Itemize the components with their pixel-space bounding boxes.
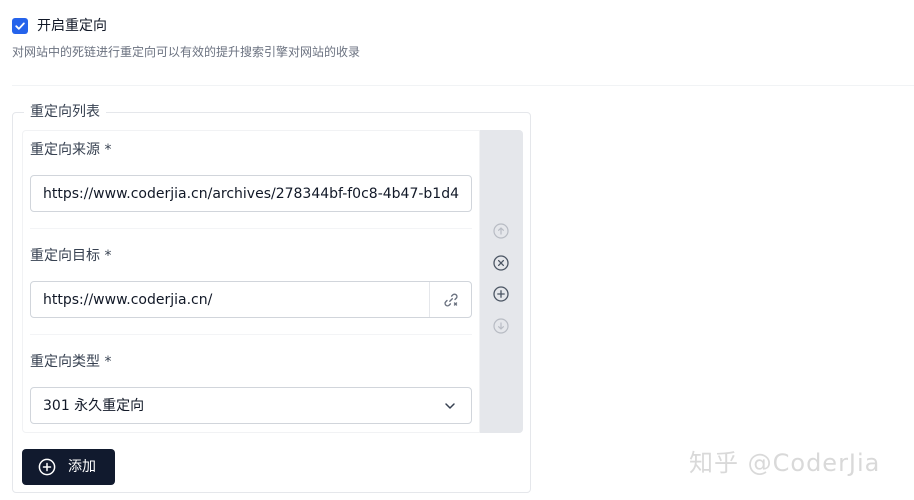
enable-redirect-label: 开启重定向 xyxy=(37,18,107,34)
target-input-value: https://www.coderjia.cn/ xyxy=(43,292,213,308)
redirect-list-legend: 重定向列表 xyxy=(24,102,106,122)
source-label: 重定向来源 * xyxy=(30,142,112,158)
insert-item-button[interactable] xyxy=(492,285,510,303)
enable-redirect-help: 对网站中的死链进行重定向可以有效的提升搜索引擎对网站的收录 xyxy=(12,45,361,59)
chevron-down-icon xyxy=(445,403,455,409)
move-down-button[interactable] xyxy=(492,317,510,335)
enable-redirect-row[interactable]: 开启重定向 xyxy=(12,16,107,36)
field-separator xyxy=(30,228,472,229)
target-input[interactable]: https://www.coderjia.cn/ xyxy=(30,281,472,318)
add-redirect-button[interactable]: 添加 xyxy=(22,449,115,485)
remove-item-button[interactable] xyxy=(492,254,510,272)
section-divider xyxy=(12,85,914,86)
check-icon xyxy=(15,22,25,30)
type-select-value: 301 永久重定向 xyxy=(43,398,145,414)
link-icon xyxy=(443,293,458,306)
remove-icon xyxy=(493,255,509,271)
source-input-value: https://www.coderjia.cn/archives/278344b… xyxy=(43,186,459,202)
watermark: 知乎 @CoderJia xyxy=(689,449,881,477)
move-up-icon xyxy=(493,223,509,239)
add-icon xyxy=(493,286,509,302)
add-button-label: 添加 xyxy=(68,459,96,475)
target-label: 重定向目标 * xyxy=(30,248,112,264)
link-picker-button[interactable] xyxy=(429,282,471,317)
type-label: 重定向类型 * xyxy=(30,354,112,370)
source-input[interactable]: https://www.coderjia.cn/archives/278344b… xyxy=(30,175,472,212)
enable-redirect-checkbox[interactable] xyxy=(12,18,28,34)
redirect-item-actions xyxy=(480,130,523,433)
type-select[interactable]: 301 永久重定向 xyxy=(30,387,472,424)
move-up-button[interactable] xyxy=(492,222,510,240)
field-separator xyxy=(30,334,472,335)
move-down-icon xyxy=(493,318,509,334)
add-circle-icon xyxy=(38,458,56,476)
